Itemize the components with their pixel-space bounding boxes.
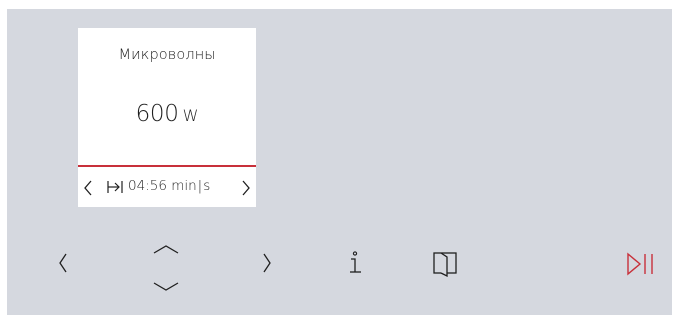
start-pause-button[interactable]	[626, 252, 656, 276]
duration-prev-button[interactable]	[81, 175, 101, 201]
duration-next-button[interactable]	[238, 175, 258, 201]
info-icon	[350, 251, 361, 273]
play-pause-icon	[627, 252, 653, 276]
program-title: Микроволны	[118, 47, 216, 63]
chevron-right-icon	[242, 180, 250, 196]
power-value: 600	[135, 101, 179, 127]
unit-separator: |	[197, 178, 203, 194]
power-display: 600 W	[78, 101, 256, 127]
control-panel: Микроволны 600 W 04:56 min|s	[7, 9, 672, 315]
chevron-right-icon	[263, 253, 271, 273]
chevron-left-icon	[84, 180, 92, 196]
info-button[interactable]	[347, 250, 365, 276]
chevron-left-icon	[59, 253, 67, 273]
door-button[interactable]	[432, 251, 460, 277]
prev-program-button[interactable]	[55, 251, 71, 275]
duration-unit-s: s	[203, 178, 211, 194]
program-card: Микроволны 600 W 04:56 min|s	[78, 28, 256, 207]
duration-icon	[106, 179, 128, 195]
duration-selector: 04:56 min|s	[78, 175, 256, 201]
duration-unit-min: min	[171, 178, 197, 194]
increase-button[interactable]	[152, 242, 180, 256]
selection-underline	[78, 165, 256, 167]
chevron-up-icon	[153, 245, 179, 254]
next-program-button[interactable]	[259, 251, 275, 275]
door-icon	[433, 252, 457, 277]
duration-value: 04:56 min|s	[128, 178, 210, 194]
chevron-down-icon	[153, 282, 179, 291]
power-unit: W	[182, 106, 199, 125]
duration-time: 04:56	[128, 178, 167, 194]
decrease-button[interactable]	[152, 280, 180, 294]
